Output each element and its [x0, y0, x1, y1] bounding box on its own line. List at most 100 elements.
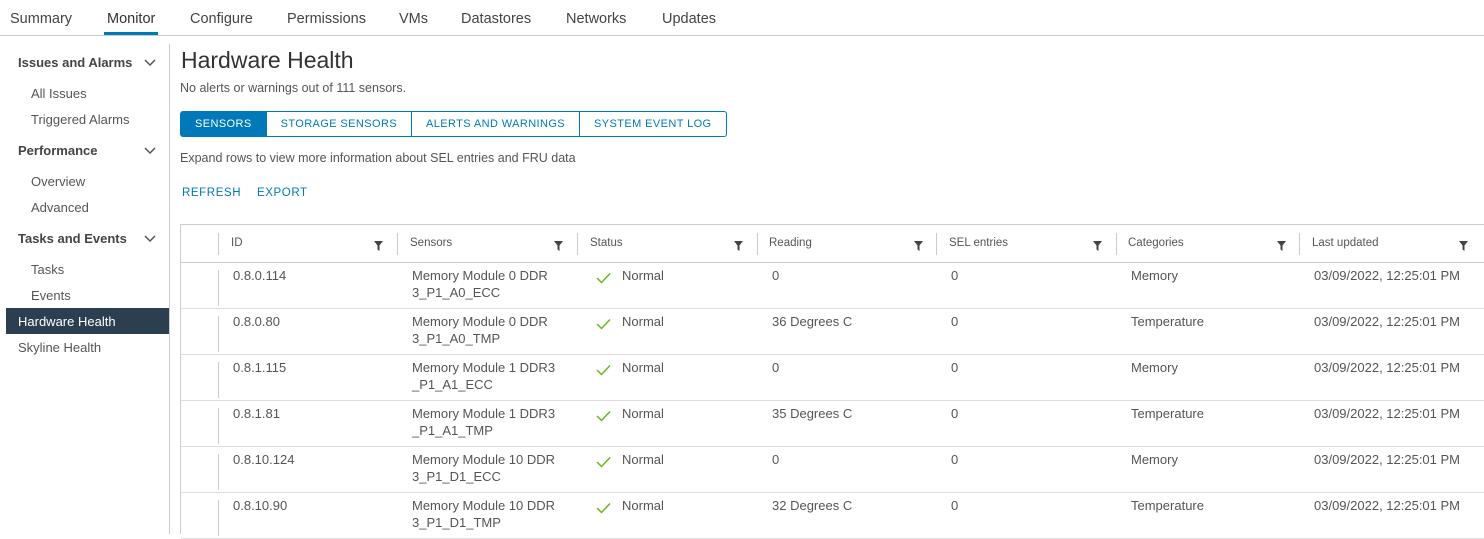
sidebar-item-skyline-health[interactable]: Skyline Health: [18, 340, 101, 355]
tab-datastores[interactable]: Datastores: [461, 0, 531, 35]
cell-sensor: Memory Module 0 DDR 3_P1_A0_TMP: [412, 313, 548, 347]
cell-id: 0.8.1.115: [233, 360, 287, 375]
row-expander[interactable]: [218, 316, 219, 352]
refresh-button[interactable]: REFRESH: [182, 187, 241, 199]
filter-icon[interactable]: [914, 241, 923, 251]
segment-storage-sensors[interactable]: STORAGE SENSORS: [266, 111, 413, 137]
column-divider[interactable]: [1299, 233, 1300, 255]
help-text: Expand rows to view more information abo…: [180, 151, 576, 165]
cell-sel-entries: 0: [951, 314, 959, 329]
tab-networks[interactable]: Networks: [566, 0, 626, 35]
table-header: ID Sensors Status Reading SEL entries Ca…: [181, 225, 1484, 263]
sidebar: Issues and Alarms All Issues Triggered A…: [0, 44, 170, 534]
sidebar-item-events[interactable]: Events: [31, 288, 71, 303]
view-toggle: SENSORS STORAGE SENSORS ALERTS AND WARNI…: [180, 111, 727, 137]
column-divider[interactable]: [1116, 233, 1117, 255]
cell-sel-entries: 0: [951, 406, 959, 421]
cell-reading: 35 Degrees C: [772, 406, 853, 421]
tab-vms[interactable]: VMs: [399, 0, 428, 35]
column-header-reading[interactable]: Reading: [769, 225, 812, 262]
sidebar-group-tasks-and-events[interactable]: Tasks and Events: [18, 231, 166, 251]
check-icon: [596, 365, 611, 376]
cell-id: 0.8.10.124: [233, 452, 295, 467]
column-header-id[interactable]: ID: [231, 225, 243, 262]
column-header-sel-entries[interactable]: SEL entries: [949, 225, 1008, 262]
table-row[interactable]: 0.8.10.90 Memory Module 10 DDR 3_P1_D1_TM…: [181, 492, 1484, 539]
sensor-name-line: Memory Module 0 DDR: [412, 268, 548, 283]
sensor-name-line: 3_P1_D1_TMP: [412, 515, 501, 530]
sidebar-item-overview[interactable]: Overview: [31, 174, 85, 189]
check-icon: [596, 273, 611, 284]
export-button[interactable]: EXPORT: [257, 187, 308, 199]
cell-last-updated: 03/09/2022, 12:25:01 PM: [1314, 498, 1461, 513]
row-expander[interactable]: [218, 408, 219, 444]
check-icon: [596, 503, 611, 514]
segment-alerts-and-warnings[interactable]: ALERTS AND WARNINGS: [412, 111, 581, 137]
tab-monitor[interactable]: Monitor: [103, 0, 159, 35]
filter-icon[interactable]: [554, 241, 563, 251]
column-header-last-updated[interactable]: Last updated: [1312, 225, 1379, 262]
cell-last-updated: 03/09/2022, 12:25:01 PM: [1314, 452, 1461, 467]
column-header-sensors[interactable]: Sensors: [410, 225, 452, 262]
column-header-status[interactable]: Status: [590, 225, 623, 262]
cell-sensor: Memory Module 10 DDR 3_P1_D1_TMP: [412, 497, 555, 531]
top-tab-bar: Summary Monitor Configure Permissions VM…: [0, 0, 1484, 36]
column-divider[interactable]: [397, 233, 398, 255]
column-header-categories[interactable]: Categories: [1128, 225, 1184, 262]
cell-sensor: Memory Module 1 DDR3 _P1_A1_ECC: [412, 359, 555, 393]
cell-status: Normal: [622, 498, 664, 513]
tab-permissions[interactable]: Permissions: [287, 0, 366, 35]
cell-sel-entries: 0: [951, 360, 959, 375]
tab-summary[interactable]: Summary: [10, 0, 72, 35]
sidebar-item-all-issues[interactable]: All Issues: [31, 86, 87, 101]
sensor-name-line: _P1_A1_TMP: [412, 423, 493, 438]
filter-icon[interactable]: [1093, 241, 1102, 251]
table-row[interactable]: 0.8.10.124 Memory Module 10 DDR 3_P1_D1_E…: [181, 446, 1484, 493]
cell-category: Temperature: [1131, 406, 1204, 421]
cell-id: 0.8.0.80: [233, 314, 280, 329]
segment-sensors[interactable]: SENSORS: [180, 111, 267, 137]
row-expander[interactable]: [218, 362, 219, 398]
cell-category: Memory: [1131, 360, 1178, 375]
page-title: Hardware Health: [181, 47, 354, 73]
table-row[interactable]: 0.8.0.114 Memory Module 0 DDR 3_P1_A0_ECC…: [181, 262, 1484, 309]
column-divider[interactable]: [936, 233, 937, 255]
chevron-down-icon: [144, 59, 156, 67]
table-row[interactable]: 0.8.0.80 Memory Module 0 DDR 3_P1_A0_TMP …: [181, 308, 1484, 355]
filter-icon[interactable]: [734, 241, 743, 251]
sidebar-group-performance[interactable]: Performance: [18, 143, 166, 163]
cell-status: Normal: [622, 406, 664, 421]
sidebar-group-label: Performance: [18, 143, 98, 158]
chevron-down-icon: [144, 235, 156, 243]
row-expander[interactable]: [218, 454, 219, 490]
filter-icon[interactable]: [1459, 241, 1468, 251]
column-divider[interactable]: [577, 233, 578, 255]
sensor-name-line: _P1_A1_ECC: [412, 377, 493, 392]
cell-status: Normal: [622, 268, 664, 283]
sidebar-item-triggered-alarms[interactable]: Triggered Alarms: [31, 112, 130, 127]
cell-reading: 32 Degrees C: [772, 498, 853, 513]
table-row[interactable]: 0.8.1.115 Memory Module 1 DDR3 _P1_A1_ECC…: [181, 354, 1484, 401]
cell-sel-entries: 0: [951, 452, 959, 467]
row-expander[interactable]: [218, 270, 219, 306]
column-divider[interactable]: [757, 233, 758, 255]
sidebar-item-advanced[interactable]: Advanced: [31, 200, 89, 215]
row-expander[interactable]: [218, 500, 219, 536]
filter-icon[interactable]: [1277, 241, 1286, 251]
check-icon: [596, 319, 611, 330]
cell-last-updated: 03/09/2022, 12:25:01 PM: [1314, 360, 1461, 375]
cell-category: Memory: [1131, 268, 1178, 283]
sidebar-item-hardware-health[interactable]: Hardware Health: [6, 308, 169, 334]
tab-updates[interactable]: Updates: [662, 0, 716, 35]
cell-last-updated: 03/09/2022, 12:25:01 PM: [1314, 268, 1461, 283]
sensor-summary: No alerts or warnings out of 111 sensors…: [180, 81, 407, 95]
sensor-name-line: 3_P1_A0_ECC: [412, 285, 501, 300]
sidebar-item-tasks[interactable]: Tasks: [31, 262, 64, 277]
table-row[interactable]: 0.8.1.81 Memory Module 1 DDR3 _P1_A1_TMP …: [181, 400, 1484, 447]
tab-configure[interactable]: Configure: [190, 0, 253, 35]
filter-icon[interactable]: [374, 241, 383, 251]
sidebar-group-issues-and-alarms[interactable]: Issues and Alarms: [18, 55, 166, 75]
sidebar-group-label: Issues and Alarms: [18, 55, 133, 70]
sensor-name-line: Memory Module 1 DDR3: [412, 406, 556, 421]
segment-system-event-log[interactable]: SYSTEM EVENT LOG: [580, 111, 727, 137]
